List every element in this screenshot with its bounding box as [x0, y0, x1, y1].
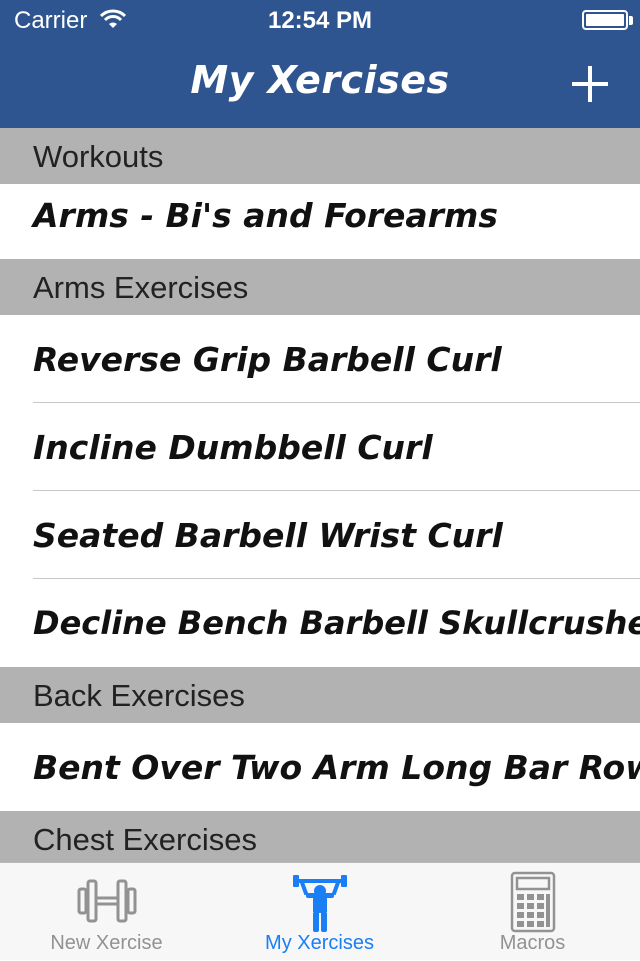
row-label: Reverse Grip Barbell Curl [33, 339, 502, 379]
page-title: My Xercises [190, 58, 450, 102]
dumbbell-icon [77, 879, 136, 923]
exercise-row[interactable]: Seated Barbell Wrist Curl [0, 491, 640, 579]
row-label: Arms - Bi's and Forearms [33, 196, 498, 235]
exercise-row[interactable]: Incline Dumbbell Curl [0, 403, 640, 491]
battery-cap [629, 16, 633, 25]
workout-row[interactable]: Arms - Bi's and Forearms [0, 184, 640, 259]
section-header-workouts: Workouts [0, 128, 640, 184]
row-label: Incline Dumbbell Curl [33, 427, 433, 467]
xercise-list[interactable]: Workouts Arms - Bi's and Forearms Arms E… [0, 128, 640, 862]
row-label: Seated Barbell Wrist Curl [33, 515, 503, 555]
status-bar: Carrier 12:54 PM [0, 0, 640, 40]
calculator-icon [510, 871, 555, 933]
tab-new-xercise[interactable]: New Xercise [0, 863, 213, 961]
section-header-back: Back Exercises [0, 667, 640, 723]
tab-my-xercises[interactable]: My Xercises [213, 863, 426, 961]
tab-bar: New Xercise My Xercises Macros [0, 862, 640, 960]
tab-label: My Xercises [265, 932, 374, 954]
tab-label: New Xercise [50, 932, 163, 954]
weightlifter-icon [292, 875, 347, 932]
section-header-chest: Chest Exercises [0, 811, 640, 862]
exercise-row[interactable]: Decline Bench Barbell Skullcrushers [0, 579, 640, 667]
status-time: 12:54 PM [267, 7, 373, 34]
tab-label: Macros [499, 932, 566, 954]
tab-macros[interactable]: Macros [426, 863, 639, 961]
add-button[interactable] [568, 62, 612, 106]
exercise-row[interactable]: Reverse Grip Barbell Curl [0, 315, 640, 403]
navigation-bar: My Xercises [0, 40, 640, 128]
row-label: Bent Over Two Arm Long Bar Row [33, 747, 640, 787]
battery-icon [582, 10, 628, 30]
row-label: Decline Bench Barbell Skullcrushers [33, 604, 640, 642]
exercise-row[interactable]: Bent Over Two Arm Long Bar Row [0, 723, 640, 811]
